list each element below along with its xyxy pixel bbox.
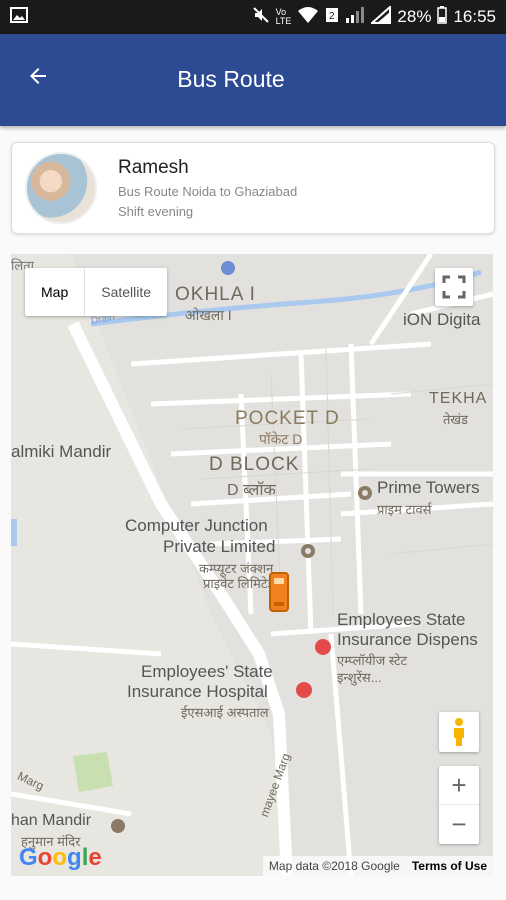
map-label-okhla-hindi: ओखला I bbox=[185, 307, 232, 323]
route-text: Bus Route Noida to Ghaziabad bbox=[118, 184, 298, 199]
pegman-icon bbox=[454, 718, 464, 746]
gallery-notification-icon bbox=[10, 6, 28, 28]
battery-percent: 28% bbox=[397, 7, 432, 26]
map-label-esh-2: Insurance Hospital bbox=[127, 682, 268, 701]
map-label-prime: Prime Towers bbox=[377, 478, 480, 497]
map-data-text: Map data ©2018 Google bbox=[268, 859, 400, 873]
map-view[interactable]: लिता OKHLA I ओखला I iON Digita TEKHA तेख… bbox=[11, 254, 493, 876]
map-label-cj-2: Private Limited bbox=[163, 537, 276, 556]
map-label-esh-hindi: ईएसआई अस्पताल bbox=[181, 705, 269, 720]
map-label-d-block: D BLOCK bbox=[209, 454, 300, 475]
battery-icon bbox=[437, 5, 448, 29]
app-bar: Bus Route bbox=[0, 34, 506, 126]
map-type-control: Map Satellite bbox=[25, 268, 168, 316]
map-label-okhla: OKHLA I bbox=[175, 284, 256, 305]
map-label-cj-1: Computer Junction bbox=[125, 516, 268, 535]
zoom-in-button[interactable]: + bbox=[439, 766, 479, 805]
map-label-esi-hindi-2: इन्शुरेंस... bbox=[337, 670, 382, 685]
map-label-cj-hindi-2: प्राइवेट लिमिटेड bbox=[203, 576, 275, 591]
sim2-icon: 2 bbox=[325, 7, 339, 28]
map-label-prime-hindi: प्राइम टावर्स bbox=[377, 502, 432, 517]
fullscreen-button[interactable] bbox=[435, 268, 473, 306]
map-label-esi-hindi-1: एम्प्लॉयीज स्टेट bbox=[337, 653, 408, 668]
map-label-esi-1: Employees State bbox=[337, 610, 466, 629]
pegman-button[interactable] bbox=[439, 712, 479, 752]
page-title: Bus Route bbox=[177, 66, 285, 92]
zoom-out-button[interactable]: − bbox=[439, 805, 479, 844]
map-attribution: Map data ©2018 Google Terms of Use bbox=[262, 856, 493, 876]
svg-text:2: 2 bbox=[329, 11, 335, 22]
map-label-tekha-hindi: तेखंड bbox=[443, 412, 468, 427]
signal-icon bbox=[345, 6, 365, 29]
map-label-esh-1: Employees' State bbox=[141, 662, 273, 681]
avatar bbox=[25, 152, 97, 224]
clock: 16:55 bbox=[453, 7, 496, 26]
map-label-pocket-d-hindi: पॉकेट D bbox=[259, 431, 303, 447]
status-bar: Vo LTE 2 28% 16:55 bbox=[0, 0, 506, 34]
map-label-hanuman: han Mandir bbox=[11, 812, 92, 829]
wifi-icon bbox=[297, 6, 319, 29]
volte-icon: Vo LTE bbox=[275, 7, 292, 26]
zoom-control: + − bbox=[439, 766, 479, 844]
driver-name: Ramesh bbox=[118, 157, 189, 178]
map-label-tekha: TEKHA bbox=[429, 390, 488, 407]
bus-marker-icon[interactable] bbox=[269, 572, 289, 612]
terms-of-use-link[interactable]: Terms of Use bbox=[406, 856, 493, 876]
fullscreen-icon bbox=[442, 275, 466, 299]
mute-icon bbox=[252, 6, 270, 29]
map-label-esi-2: Insurance Dispens bbox=[337, 630, 478, 649]
map-type-map-button[interactable]: Map bbox=[25, 268, 86, 316]
signal-icon-2 bbox=[369, 4, 392, 29]
shift-text: Shift evening bbox=[118, 204, 194, 219]
driver-card[interactable]: Ramesh Bus Route Noida to Ghaziabad Shif… bbox=[11, 142, 495, 234]
map-label-ion: iON Digita bbox=[403, 310, 481, 329]
map-label-pocket-d: POCKET D bbox=[235, 408, 340, 429]
map-label-d-block-hindi: D ब्लॉक bbox=[227, 482, 276, 499]
google-logo: Google bbox=[19, 844, 102, 871]
map-label-valmiki: almiki Mandir bbox=[11, 442, 112, 461]
map-type-satellite-button[interactable]: Satellite bbox=[85, 268, 167, 316]
